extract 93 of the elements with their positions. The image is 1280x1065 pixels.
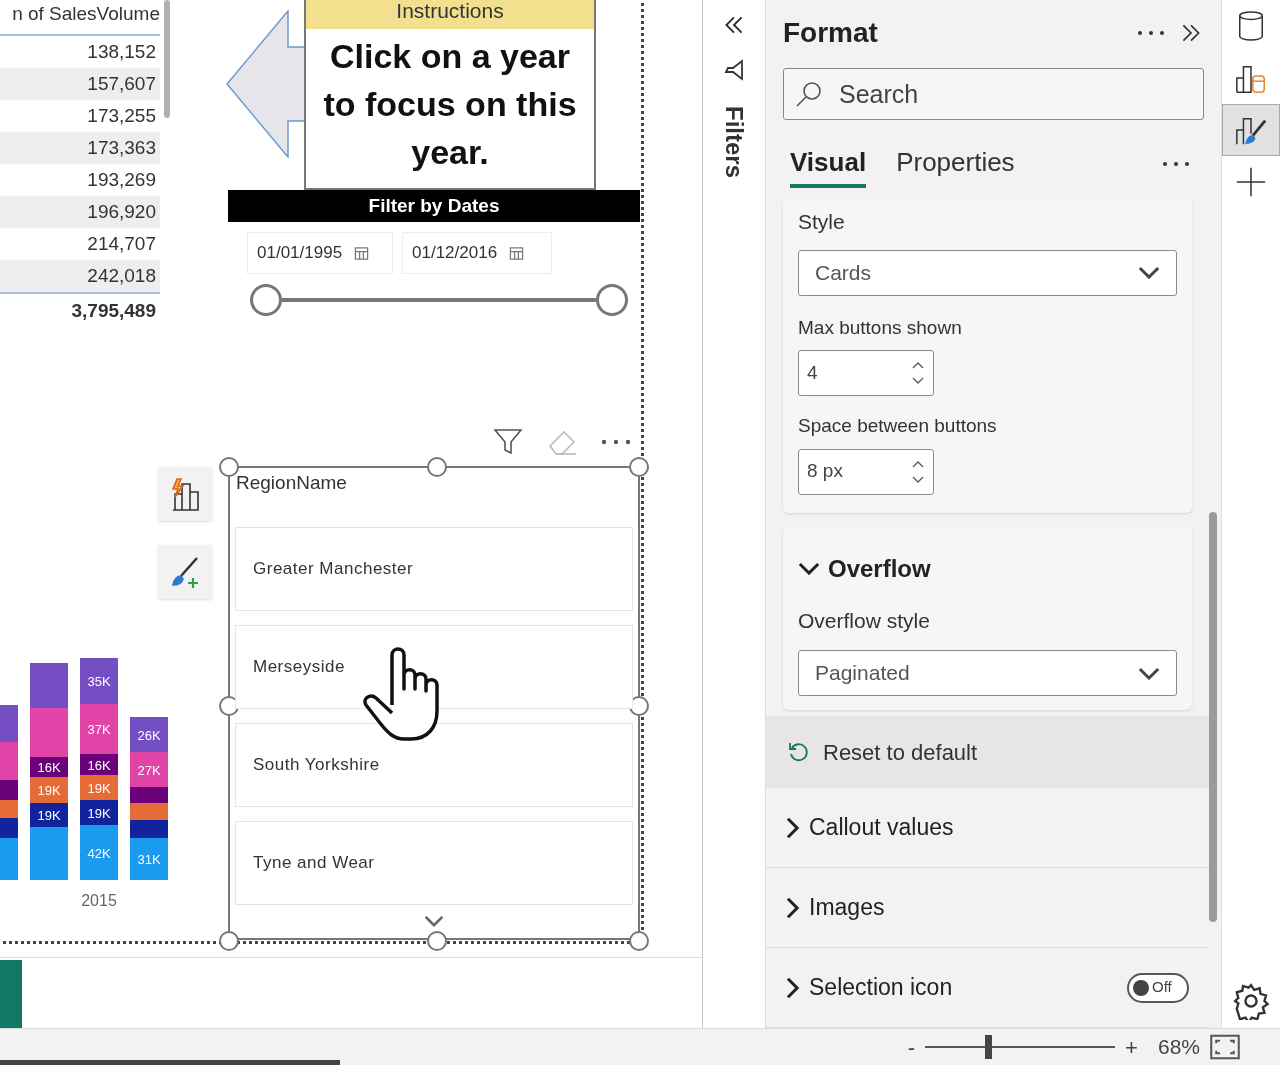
slicer-card[interactable]: Tyne and Wear <box>235 821 633 905</box>
section-header[interactable]: Overflow <box>798 550 1178 587</box>
chevron-right-icon <box>786 976 799 999</box>
slicer-card[interactable]: Merseyside <box>235 625 633 709</box>
scrollbar[interactable] <box>164 0 170 118</box>
horizontal-scrollbar[interactable] <box>0 1060 340 1065</box>
zoom-slider[interactable] <box>925 1035 1116 1059</box>
table-cell: 196,920 <box>0 196 160 228</box>
data-label: 19K <box>37 783 61 798</box>
resize-handle[interactable] <box>629 931 649 951</box>
more-options-icon[interactable] <box>1136 29 1166 37</box>
instruction-text: Click on a year to focus on this year. <box>322 36 578 173</box>
fit-page-icon[interactable] <box>1210 1034 1240 1060</box>
slider-track[interactable] <box>282 298 596 302</box>
bar-segment[interactable] <box>80 754 118 775</box>
resize-handle[interactable] <box>427 457 447 477</box>
bar-segment[interactable] <box>30 803 68 827</box>
total-cell-text: 3,795,489 <box>71 299 157 323</box>
data-label: 16K <box>87 757 111 773</box>
table-cell: 157,607 <box>0 68 160 100</box>
column-header[interactable]: n of SalesVolume <box>12 0 160 28</box>
slicer-card[interactable]: Greater Manchester <box>235 527 633 611</box>
chevron-down-icon <box>798 562 820 575</box>
card-title: Instructions <box>306 0 594 29</box>
chevron-down-icon <box>1138 666 1161 680</box>
calendar-icon[interactable] <box>509 245 525 261</box>
data-label: 16K <box>37 760 61 775</box>
zoom-out-button[interactable]: - <box>907 1030 916 1064</box>
filter-icon[interactable] <box>722 58 746 82</box>
toggle-knob <box>1133 979 1150 996</box>
slider-handle[interactable] <box>250 284 282 316</box>
chevron-down-icon <box>1138 266 1161 279</box>
data-label: 19K <box>87 805 111 821</box>
pane-title: Format <box>783 16 878 50</box>
data-label: 31K <box>137 852 161 867</box>
resize-handle[interactable] <box>219 931 239 951</box>
table-cell: 173,363 <box>0 132 160 164</box>
plus-icon[interactable] <box>1234 165 1268 199</box>
bar-segment[interactable] <box>30 757 68 777</box>
toggle-switch[interactable]: Off <box>1127 972 1190 1003</box>
dropdown[interactable]: Cards <box>798 249 1178 296</box>
field-label: Space between buttons <box>798 414 998 438</box>
date-field[interactable]: 01/01/1995 <box>247 232 393 274</box>
section-header[interactable]: Selection icon <box>786 970 953 1005</box>
search-field[interactable]: Search <box>783 68 1204 120</box>
chevron-right-icon <box>786 816 799 839</box>
reset-icon <box>787 740 811 764</box>
table-cell: 242,018 <box>0 260 160 292</box>
zoom-in-button[interactable]: + <box>1125 1030 1138 1064</box>
data-label: 27K <box>137 762 161 778</box>
field-label: Style <box>798 209 846 235</box>
slider-handle[interactable] <box>596 284 628 316</box>
calendar-icon[interactable] <box>354 245 370 261</box>
search-icon <box>795 80 823 108</box>
scrollbar[interactable] <box>1209 512 1218 922</box>
axis-label: 2015 <box>81 892 117 909</box>
rail-button[interactable] <box>1222 104 1280 156</box>
zoom-percent: 68% <box>1157 1034 1200 1061</box>
slicer-card[interactable]: South Yorkshire <box>235 723 633 807</box>
more-options-icon[interactable] <box>1161 160 1191 168</box>
data-label: 42K <box>87 845 111 861</box>
resize-handle[interactable] <box>219 457 239 477</box>
resize-handle[interactable] <box>629 457 649 477</box>
filters-label[interactable]: Filters <box>716 106 752 178</box>
zoom-slider-thumb[interactable] <box>984 1035 992 1059</box>
slicer-title: RegionName <box>236 471 347 495</box>
cylinder-icon[interactable] <box>1236 9 1266 43</box>
chevron-right-icon <box>786 896 799 919</box>
field-label: Max buttons shown <box>798 315 963 340</box>
number-field[interactable]: 8 px <box>798 448 934 495</box>
number-field[interactable]: 4 <box>798 350 934 396</box>
chart-action-button[interactable] <box>158 467 212 521</box>
data-label: 19K <box>87 780 111 796</box>
format-action-button[interactable] <box>158 545 212 599</box>
dropdown[interactable]: Paginated <box>798 650 1178 696</box>
bar-segment[interactable] <box>130 717 168 752</box>
resize-handle[interactable] <box>427 931 447 951</box>
pane-tab[interactable]: Visual <box>790 140 867 188</box>
date-field[interactable]: 01/12/2016 <box>402 232 552 274</box>
section-header[interactable]: Callout values <box>786 810 954 845</box>
data-label: 19K <box>37 808 61 823</box>
filter-icon[interactable] <box>493 428 523 456</box>
scroll-down-icon <box>424 915 444 927</box>
field-label: Overflow style <box>798 607 931 634</box>
data-label: 35K <box>87 674 111 689</box>
pane-tab[interactable]: Properties <box>896 140 1015 188</box>
section-header[interactable]: Images <box>786 890 885 925</box>
data-label: 37K <box>87 722 111 737</box>
bar-segment[interactable] <box>80 658 118 704</box>
bar-segment[interactable] <box>80 800 118 825</box>
filter-title: Filter by Dates <box>228 190 640 222</box>
data-label: 26K <box>137 727 161 743</box>
settings-icon[interactable] <box>1232 982 1270 1020</box>
